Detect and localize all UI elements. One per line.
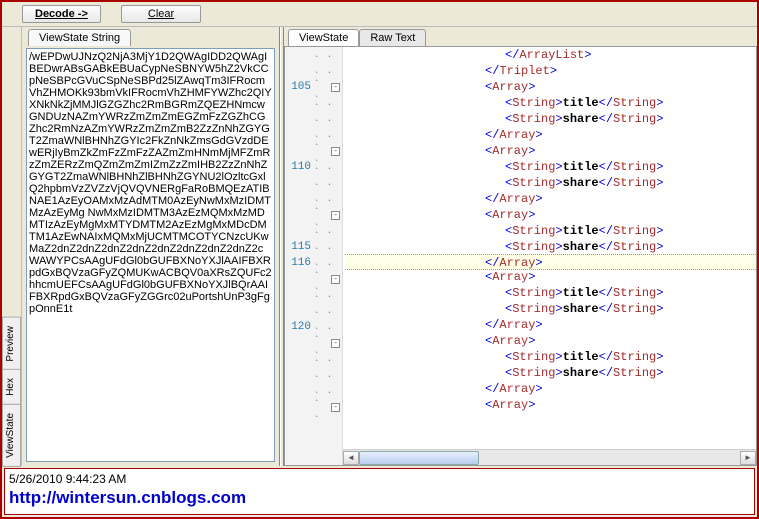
code-line[interactable]: </Array> [345, 127, 756, 143]
code-line[interactable]: <String>title</String> [345, 95, 756, 111]
code-line[interactable]: <String>share</String> [345, 239, 756, 255]
tab-viewstate-string[interactable]: ViewState String [28, 29, 131, 46]
gutter-line: . . [285, 367, 342, 383]
gutter-line: 110. . [285, 159, 342, 175]
timestamp-label: 5/26/2010 9:44:23 AM [5, 469, 754, 486]
fold-toggle-icon[interactable]: - [331, 339, 340, 348]
code-line[interactable]: <Array> [345, 397, 756, 413]
code-line[interactable]: </Array> [345, 317, 756, 333]
footer-url[interactable]: http://wintersun.cnblogs.com [5, 486, 754, 510]
side-tab-viewstate[interactable]: ViewState [2, 404, 21, 467]
viewstate-textarea[interactable] [26, 48, 275, 462]
code-line[interactable]: <Array> [345, 269, 756, 285]
fold-toggle-icon[interactable]: - [331, 147, 340, 156]
gutter-line: . . [285, 95, 342, 111]
gutter-line: . . [285, 175, 342, 191]
code-line[interactable]: <Array> [345, 207, 756, 223]
toolbar: Decode -> Clear [2, 2, 757, 26]
gutter-line: . . [285, 303, 342, 319]
horizontal-scrollbar[interactable]: ◄ ► [343, 449, 756, 465]
code-line[interactable]: <String>share</String> [345, 175, 756, 191]
fold-toggle-icon[interactable]: - [331, 275, 340, 284]
code-line[interactable]: <String>title</String> [345, 159, 756, 175]
fold-toggle-icon[interactable]: - [331, 83, 340, 92]
gutter-line: . .- [285, 335, 342, 351]
side-tab-preview[interactable]: Preview [2, 317, 21, 371]
code-line[interactable]: <String>title</String> [345, 223, 756, 239]
code-content[interactable]: </ArrayList></Triplet><Array><String>tit… [343, 47, 756, 465]
gutter-line: . .- [285, 207, 342, 223]
gutter-line: . . [285, 111, 342, 127]
code-line[interactable]: <String>share</String> [345, 111, 756, 127]
scroll-left-arrow[interactable]: ◄ [343, 451, 359, 465]
gutter-line: . . [285, 223, 342, 239]
gutter-line: . .- [285, 271, 342, 287]
code-line[interactable]: <String>title</String> [345, 349, 756, 365]
side-tab-hex[interactable]: Hex [2, 369, 21, 405]
code-line[interactable]: <Array> [345, 333, 756, 349]
code-line[interactable]: <Array> [345, 143, 756, 159]
gutter-line: . .- [285, 399, 342, 415]
code-line[interactable]: <String>title</String> [345, 285, 756, 301]
code-line[interactable]: <String>share</String> [345, 365, 756, 381]
fold-toggle-icon[interactable]: - [331, 403, 340, 412]
code-line[interactable]: </ArrayList> [345, 47, 756, 63]
code-line[interactable]: </Array> [345, 191, 756, 207]
fold-toggle-icon[interactable]: - [331, 211, 340, 220]
code-line[interactable]: </Array> [345, 381, 756, 397]
tab-raw-text[interactable]: Raw Text [359, 29, 426, 46]
footer-bar: 5/26/2010 9:44:23 AM http://wintersun.cn… [4, 468, 755, 515]
scroll-thumb[interactable] [359, 451, 479, 465]
gutter-line: . .- [285, 143, 342, 159]
scroll-right-arrow[interactable]: ► [740, 451, 756, 465]
gutter-line: . . [285, 287, 342, 303]
code-line[interactable]: <Array> [345, 79, 756, 95]
gutter-line: 115. . [285, 239, 342, 255]
line-gutter: . .. .105. .-. .. .. .. .-110. .. .. .. … [285, 47, 343, 465]
tab-viewstate-tree[interactable]: ViewState [288, 29, 359, 46]
gutter-line: 105. .- [285, 79, 342, 95]
code-line[interactable]: <String>share</String> [345, 301, 756, 317]
code-line[interactable]: </Array> [345, 254, 756, 270]
gutter-line: . . [285, 47, 342, 63]
code-line[interactable]: </Triplet> [345, 63, 756, 79]
decode-button[interactable]: Decode -> [22, 5, 101, 23]
gutter-line: . . [285, 351, 342, 367]
code-viewer: . .. .105. .-. .. .. .. .-110. .. .. .. … [284, 46, 757, 466]
clear-button[interactable]: Clear [121, 5, 201, 23]
side-tab-strip: Preview Hex ViewState [2, 27, 22, 466]
